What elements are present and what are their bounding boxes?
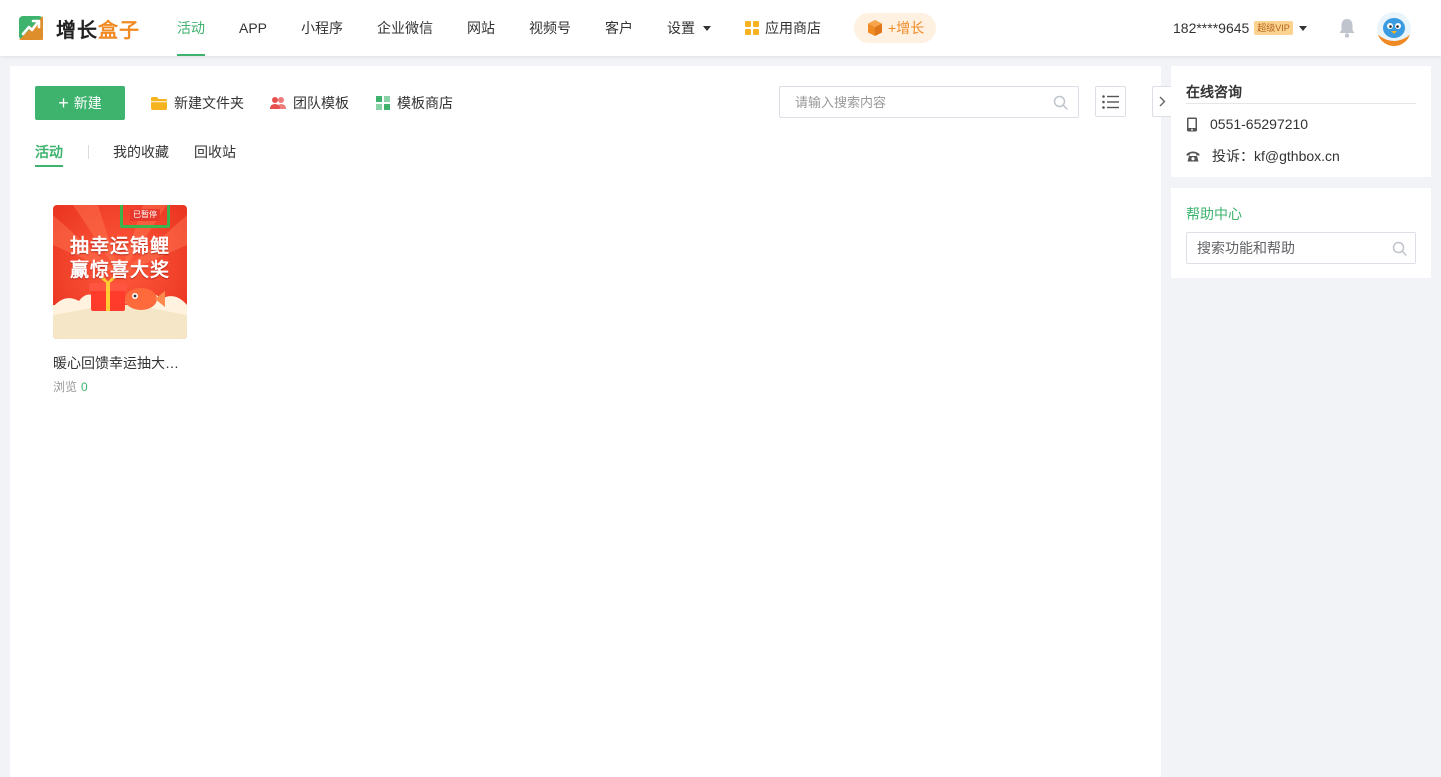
nav-item-app[interactable]: APP xyxy=(222,0,284,56)
template-store-icon xyxy=(376,96,390,110)
new-button[interactable]: + 新建 xyxy=(35,86,125,120)
chevron-down-icon xyxy=(1298,25,1307,31)
folder-icon xyxy=(151,96,167,110)
online-consult-panel: 在线咨询 0551-65297210 投诉：kf@gthbox.cn xyxy=(1171,66,1431,177)
contact-complaint: 投诉：kf@gthbox.cn xyxy=(1186,146,1340,166)
plus-icon: + xyxy=(58,93,69,113)
team-icon xyxy=(270,97,286,109)
logo-icon xyxy=(19,16,43,40)
activity-views: 浏览 0 xyxy=(53,380,88,394)
nav-item-wecom[interactable]: 企业微信 xyxy=(360,0,450,56)
tab-recycle-bin[interactable]: 回收站 xyxy=(194,142,236,167)
bell-icon[interactable] xyxy=(1338,17,1356,39)
telephone-icon xyxy=(1186,151,1200,162)
nav-item-miniprogram[interactable]: 小程序 xyxy=(284,0,360,56)
nav-item-customers[interactable]: 客户 xyxy=(588,0,650,56)
mobile-phone-icon xyxy=(1187,117,1197,131)
activity-search xyxy=(779,86,1079,118)
help-center-panel: 帮助中心 xyxy=(1171,188,1431,278)
chevron-down-icon xyxy=(703,25,712,31)
activity-name[interactable]: 暖心回馈幸运抽大奖活动 xyxy=(53,353,187,373)
activity-card[interactable]: 抽幸运锦鲤 赢惊喜大奖 已暂停 暖心回馈幸运抽大奖活动 浏览0 xyxy=(53,205,187,395)
logo[interactable]: 增长盒子 xyxy=(18,15,140,42)
list-view-icon xyxy=(1102,94,1119,109)
avatar[interactable] xyxy=(1377,12,1411,46)
nav-item-app-store[interactable]: 应用商店 xyxy=(728,0,838,56)
user-phone: 182****9645 xyxy=(1173,20,1250,36)
new-folder-button[interactable]: 新建文件夹 xyxy=(151,86,244,120)
status-badge: 已暂停 xyxy=(120,205,170,228)
main-nav: 活动 APP 小程序 企业微信 网站 视频号 客户 设置 应用商店 +增长 xyxy=(160,0,937,56)
help-search xyxy=(1186,232,1416,264)
thumbnail-headline: 抽幸运锦鲤 xyxy=(69,236,170,257)
template-store-button[interactable]: 模板商店 xyxy=(376,86,453,120)
help-center-link[interactable]: 帮助中心 xyxy=(1186,204,1242,224)
nav-item-settings[interactable]: 设置 xyxy=(650,0,728,56)
contact-phone: 0551-65297210 xyxy=(1186,116,1308,132)
activity-thumbnail[interactable]: 抽幸运锦鲤 赢惊喜大奖 已暂停 xyxy=(53,205,187,339)
search-icon[interactable] xyxy=(1053,95,1068,110)
user-menu[interactable]: 182****9645 超级VIP xyxy=(1173,0,1307,56)
chevron-right-icon xyxy=(1159,96,1165,107)
content-tabs: 活动 我的收藏 回收站 xyxy=(35,142,236,168)
gift-box-icon xyxy=(868,20,883,36)
thumbnail-headline: 赢惊喜大奖 xyxy=(69,260,170,281)
tab-activity[interactable]: 活动 xyxy=(35,142,63,167)
top-header: 增长盒子 活动 APP 小程序 企业微信 网站 视频号 客户 设置 应用商店 +… xyxy=(0,0,1441,56)
main-panel: + 新建 新建文件夹 团队模板 模板商店 请输入搜索内容 活动 我的收藏 回收站… xyxy=(10,66,1171,777)
nav-item-website[interactable]: 网站 xyxy=(450,0,512,56)
help-search-input[interactable] xyxy=(1187,233,1392,263)
collapse-side-button[interactable] xyxy=(1152,86,1171,117)
nav-item-channels[interactable]: 视频号 xyxy=(512,0,588,56)
consult-title: 在线咨询 xyxy=(1186,82,1416,104)
tab-divider xyxy=(88,145,89,159)
app-store-grid-icon xyxy=(745,21,760,35)
nav-item-activity[interactable]: 活动 xyxy=(160,0,222,56)
grow-button[interactable]: +增长 xyxy=(854,13,937,43)
vip-badge: 超级VIP xyxy=(1254,21,1293,35)
search-input[interactable] xyxy=(780,87,1053,117)
team-template-button[interactable]: 团队模板 xyxy=(270,86,349,120)
search-icon[interactable] xyxy=(1392,241,1407,256)
list-view-button[interactable] xyxy=(1095,86,1126,117)
tab-favorites[interactable]: 我的收藏 xyxy=(113,142,169,167)
logo-text: 增长盒子 xyxy=(56,19,140,42)
